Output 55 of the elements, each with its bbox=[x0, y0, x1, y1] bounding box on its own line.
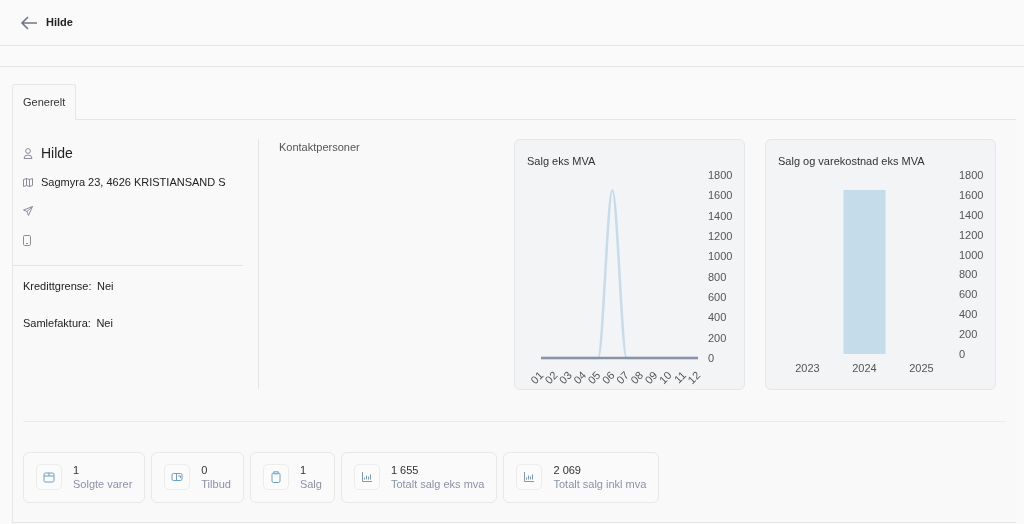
axis-tick-label: 0 bbox=[959, 347, 966, 360]
axis-tick-label: 2023 bbox=[795, 361, 820, 374]
axis-tick-label: 800 bbox=[708, 270, 727, 283]
section-title: Kontaktpersoner bbox=[279, 140, 360, 153]
bar-chart-icon bbox=[360, 471, 373, 483]
stat-value: 0 bbox=[201, 463, 209, 477]
person-icon bbox=[23, 147, 33, 159]
wallet-icon bbox=[171, 471, 184, 483]
field-label: Samlefaktura: bbox=[23, 316, 91, 329]
field-label: Kredittgrense: bbox=[23, 279, 92, 292]
axis-tick-label: 1200 bbox=[959, 228, 984, 241]
axis-tick-label: 1600 bbox=[959, 188, 984, 201]
axis-tick-label: 1400 bbox=[708, 209, 733, 222]
axis-tick-label: 200 bbox=[708, 331, 727, 344]
axis-tick-label: 400 bbox=[708, 310, 727, 323]
back-arrow-icon[interactable] bbox=[20, 15, 38, 30]
paper-plane-icon bbox=[23, 206, 33, 216]
axis-tick-label: 400 bbox=[959, 307, 978, 320]
stat-value: 1 bbox=[73, 463, 81, 477]
stat-label: Totalt salg inkl mva bbox=[553, 477, 647, 491]
axis-tick-label: 01 bbox=[528, 368, 546, 386]
axis-tick-label: 800 bbox=[959, 267, 978, 280]
stat-label: Tilbud bbox=[201, 477, 231, 491]
axis-tick-label: 2024 bbox=[852, 361, 877, 374]
stat-label: Solgte varer bbox=[73, 477, 133, 491]
customer-name: Hilde bbox=[41, 143, 73, 163]
page-title: Hilde bbox=[46, 15, 73, 31]
axis-tick-label: 1000 bbox=[959, 248, 984, 261]
stat-label: Salg bbox=[299, 477, 322, 491]
axis-tick-label: 1200 bbox=[708, 229, 733, 242]
axis-tick-label: 0 bbox=[708, 351, 715, 364]
axis-tick-label: 1600 bbox=[708, 188, 733, 201]
chart-title: Salg eks MVA bbox=[527, 154, 596, 167]
axis-tick-label: 1000 bbox=[708, 249, 733, 262]
stat-label: Totalt salg eks mva bbox=[390, 477, 485, 491]
axis-tick-label: 1400 bbox=[959, 208, 984, 221]
field-value: Nei bbox=[97, 279, 114, 292]
stat-value: 1 655 bbox=[390, 463, 420, 477]
axis-tick-label: 1800 bbox=[959, 168, 984, 181]
axis-tick-label: 2025 bbox=[909, 361, 934, 374]
bar-chart-icon bbox=[523, 471, 536, 483]
axis-tick-label: 600 bbox=[959, 287, 978, 300]
stat-value: 1 bbox=[299, 463, 307, 477]
chart-title: Salg og varekostnad eks MVA bbox=[778, 154, 925, 167]
box-icon bbox=[43, 471, 55, 483]
address-text: Sagmyra 23, 4626 KRISTIANSAND S bbox=[41, 174, 226, 190]
axis-tick-label: 1800 bbox=[708, 168, 733, 181]
field-value: Nei bbox=[96, 316, 113, 329]
map-icon bbox=[23, 177, 33, 187]
phone-icon bbox=[23, 234, 31, 246]
stat-value: 2 069 bbox=[553, 463, 582, 477]
axis-tick-label: 200 bbox=[959, 327, 978, 340]
clipboard-icon bbox=[269, 471, 282, 483]
axis-tick-label: 600 bbox=[708, 290, 727, 303]
tab[interactable]: Generelt bbox=[12, 84, 77, 120]
